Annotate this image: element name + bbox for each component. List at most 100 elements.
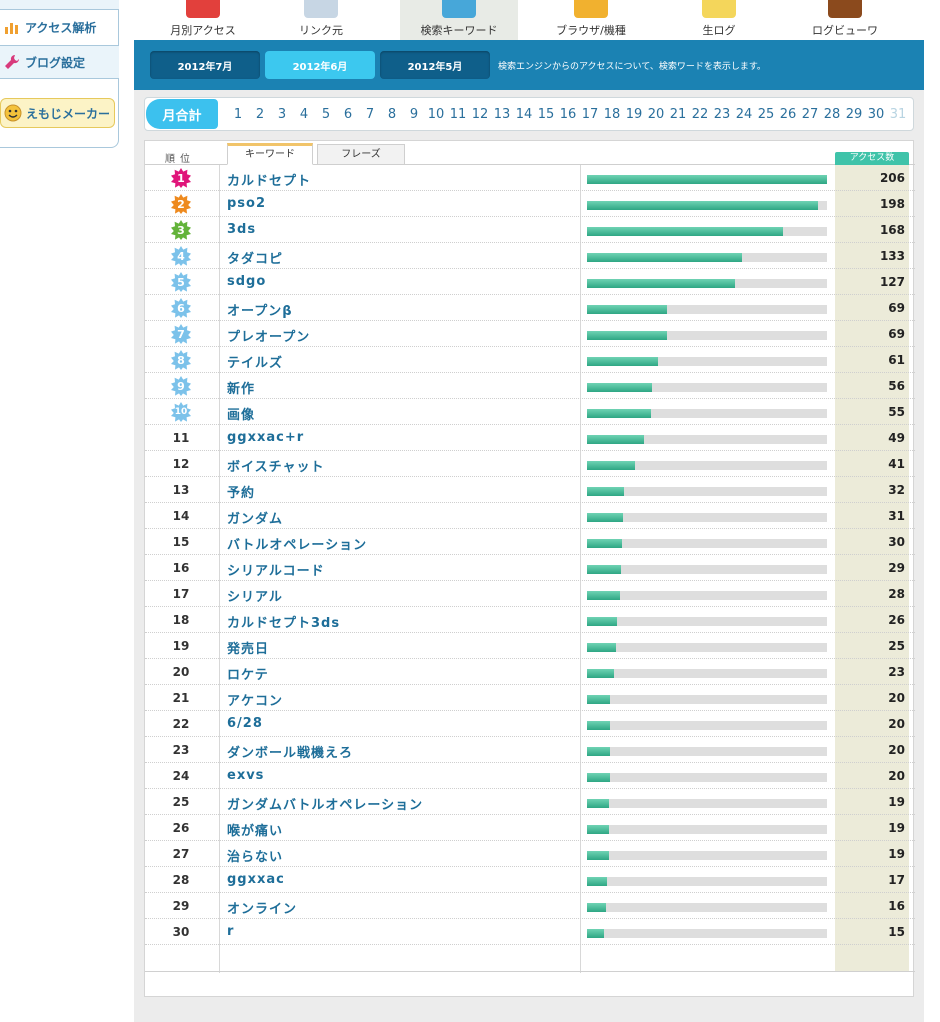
nav-item-4[interactable]: 生ログ [660,0,778,40]
day-link[interactable]: 7 [359,107,381,122]
access-count: 127 [879,275,905,289]
keyword-link[interactable]: 画像 [227,404,255,423]
keyword-link[interactable]: r [227,924,234,939]
nav-item-5[interactable]: ログビューワ [786,0,904,40]
table-row: 12 ボイスチャット 41 [145,451,915,477]
day-link[interactable]: 30 [865,107,887,122]
keyword-link[interactable]: ggxxac [227,872,285,887]
access-bar-track [587,227,827,236]
keyword-link[interactable]: 新作 [227,378,255,397]
nav-item-1[interactable]: リンク元 [262,0,380,40]
day-link[interactable]: 28 [821,107,843,122]
day-link[interactable]: 11 [447,107,469,122]
nav-item-0[interactable]: 月別アクセス [144,0,262,40]
day-link[interactable]: 2 [249,107,271,122]
keyword-link[interactable]: バトルオペレーション [227,534,367,553]
access-bar-fill [587,357,659,366]
keyword-link[interactable]: シリアル [227,586,283,605]
day-link[interactable]: 9 [403,107,425,122]
access-bar-track [587,305,827,314]
keyword-link[interactable]: カルドセプト [227,170,311,189]
keyword-link[interactable]: 6/28 [227,716,263,731]
keyword-link[interactable]: ggxxac+r [227,430,304,445]
keyword-link[interactable]: ロケテ [227,664,269,683]
day-link[interactable]: 18 [601,107,623,122]
keyword-link[interactable]: 3ds [227,222,256,237]
keyword-link[interactable]: テイルズ [227,352,283,371]
keyword-link[interactable]: プレオープン [227,326,310,345]
keyword-link[interactable]: 予約 [227,482,255,501]
access-count: 20 [888,743,905,757]
day-link[interactable]: 22 [689,107,711,122]
access-bar-track [587,877,827,886]
keyword-link[interactable]: ガンダム [227,508,283,527]
tab-keyword[interactable]: キーワード [227,143,313,165]
day-link[interactable]: 3 [271,107,293,122]
day-link[interactable]: 24 [733,107,755,122]
smiley-icon [4,104,22,122]
month-tab-2012-05[interactable]: 2012年5月 [380,51,490,79]
monthly-total-button[interactable]: 月合計 [146,99,218,129]
table-row: 9 新作 56 [145,373,915,399]
day-link[interactable]: 15 [535,107,557,122]
day-link[interactable]: 29 [843,107,865,122]
rank-number: 12 [172,457,190,471]
access-bar-fill [587,539,622,548]
keyword-link[interactable]: exvs [227,768,264,783]
table-row: 18 カルドセプト3ds 26 [145,607,915,633]
keyword-link[interactable]: ガンダムバトルオペレーション [227,794,423,813]
month-tab-2012-07[interactable]: 2012年7月 [150,51,260,79]
keyword-link[interactable]: ダンボール戦機えろ [227,742,353,761]
keyword-link[interactable]: オンライン [227,898,297,917]
keyword-link[interactable]: タダコピ [227,248,283,267]
keyword-link[interactable]: アケコン [227,690,283,709]
notepad-icon [702,0,736,18]
day-link[interactable]: 26 [777,107,799,122]
keyword-link[interactable]: 発売日 [227,638,269,657]
access-count: 206 [879,171,905,185]
day-link[interactable]: 4 [293,107,315,122]
day-link[interactable]: 8 [381,107,403,122]
keyword-link[interactable]: pso2 [227,196,266,211]
day-link[interactable]: 25 [755,107,777,122]
day-link[interactable]: 23 [711,107,733,122]
month-tab-2012-06[interactable]: 2012年6月 [265,51,375,79]
keyword-link[interactable]: オープンβ [227,300,293,319]
day-selector: 月合計 1 2 3 4 5 6 7 8 9 10 11 12 13 14 15 16 17 18 19 20 21 22 2… [144,97,914,131]
nav-item-3[interactable]: ブラウザ/機種 [532,0,650,40]
day-link[interactable]: 6 [337,107,359,122]
day-link[interactable]: 5 [315,107,337,122]
sidebar-top-edge [0,0,119,10]
access-count: 20 [888,769,905,783]
table-row: 11 ggxxac+r 49 [145,425,915,451]
table-row: 17 シリアル 28 [145,581,915,607]
day-link[interactable]: 16 [557,107,579,122]
day-link[interactable]: 14 [513,107,535,122]
sidebar-item-blog-settings[interactable]: ブログ設定 [0,45,119,79]
keyword-link[interactable]: sdgo [227,274,266,289]
keyword-link[interactable]: 喉が痛い [227,820,283,839]
keyword-link[interactable]: ボイスチャット [227,456,324,475]
tab-phrase[interactable]: フレーズ [317,144,405,165]
access-bar-track [587,591,827,600]
day-link[interactable]: 12 [469,107,491,122]
keyword-link[interactable]: カルドセプト3ds [227,612,340,631]
sidebar-item-emoji-maker[interactable]: えもじメーカー [0,98,115,128]
table-row: 21 アケコン 20 [145,685,915,711]
day-link[interactable]: 1 [227,107,249,122]
day-link[interactable]: 13 [491,107,513,122]
day-link[interactable]: 21 [667,107,689,122]
day-link[interactable]: 20 [645,107,667,122]
sidebar-item-access-analysis[interactable]: アクセス解析 [0,12,119,42]
nav-item-label: 検索キーワード [420,24,498,37]
keyword-link[interactable]: シリアルコード [227,560,325,579]
nav-item-2[interactable]: 検索キーワード [400,0,518,40]
day-link[interactable]: 27 [799,107,821,122]
access-bar-track [587,565,827,574]
day-link[interactable]: 10 [425,107,447,122]
access-bar-track [587,799,827,808]
day-link[interactable]: 17 [579,107,601,122]
keyword-link[interactable]: 治らない [227,846,283,865]
day-link[interactable]: 19 [623,107,645,122]
access-count: 49 [888,431,905,445]
